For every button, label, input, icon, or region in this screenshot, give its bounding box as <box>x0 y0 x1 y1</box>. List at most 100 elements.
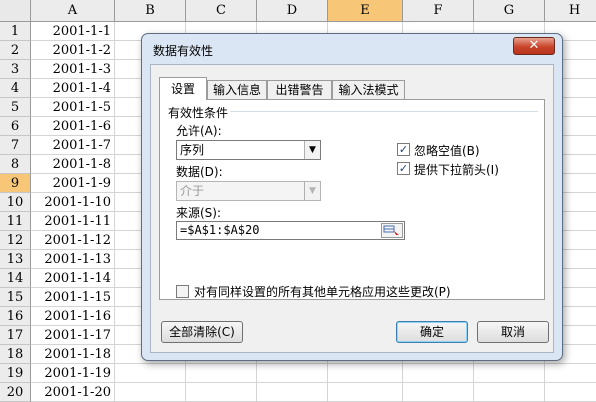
row-header[interactable]: 4 <box>0 79 31 98</box>
column-header[interactable]: H <box>545 0 596 22</box>
cell[interactable] <box>257 364 328 383</box>
allow-label: 允许(A): <box>176 124 222 138</box>
cell[interactable]: 2001-1-13 <box>31 250 115 269</box>
cell[interactable] <box>474 364 545 383</box>
row-header[interactable]: 16 <box>0 307 31 326</box>
cell[interactable] <box>328 364 403 383</box>
source-label: 来源(S): <box>176 206 222 220</box>
row-header[interactable]: 5 <box>0 98 31 117</box>
column-header[interactable]: G <box>474 0 545 22</box>
column-header[interactable]: B <box>115 0 186 22</box>
cell[interactable]: 2001-1-20 <box>31 383 115 402</box>
sheet-row: 20 2001-1-20 <box>0 383 596 402</box>
cell[interactable]: 2001-1-18 <box>31 345 115 364</box>
dropdown-arrow-checkbox[interactable]: ✓ <box>397 162 410 175</box>
tab-settings[interactable]: 设置 <box>159 77 207 100</box>
column-header[interactable]: E <box>328 0 403 22</box>
column-header[interactable]: A <box>31 0 115 22</box>
ignore-blank-label: 忽略空值(B) <box>414 144 480 158</box>
cancel-button[interactable]: 取消 <box>477 321 549 343</box>
cell[interactable]: 2001-1-6 <box>31 117 115 136</box>
source-value: =$A$1:$A$20 <box>180 223 260 237</box>
column-header[interactable]: D <box>257 0 328 22</box>
cell[interactable] <box>257 383 328 402</box>
clear-all-button[interactable]: 全部清除(C) <box>161 321 243 343</box>
column-header[interactable]: F <box>403 0 474 22</box>
column-header-row: ABCDEFGH <box>0 0 596 22</box>
range-select-icon[interactable] <box>381 223 403 238</box>
row-header[interactable]: 15 <box>0 288 31 307</box>
close-button[interactable]: ✕ <box>513 37 555 55</box>
row-header[interactable]: 11 <box>0 212 31 231</box>
cell[interactable]: 2001-1-4 <box>31 79 115 98</box>
cell[interactable]: 2001-1-12 <box>31 231 115 250</box>
cell[interactable]: 2001-1-9 <box>31 174 115 193</box>
data-value: 介于 <box>180 184 205 198</box>
row-header[interactable]: 14 <box>0 269 31 288</box>
data-select: 介于 ▼ <box>176 181 321 201</box>
row-header[interactable]: 10 <box>0 193 31 212</box>
cell[interactable] <box>115 383 186 402</box>
cell[interactable]: 2001-1-7 <box>31 136 115 155</box>
cell[interactable] <box>545 364 596 383</box>
dialog-title: 数据有效性 <box>153 44 214 58</box>
dialog-client-area: 设置 输入信息 出错警告 输入法模式 有效性条件 允许(A): 序列 ▼ 数据(… <box>150 64 554 353</box>
validation-criteria-heading: 有效性条件 <box>168 106 229 120</box>
close-icon: ✕ <box>528 38 540 53</box>
row-header[interactable]: 18 <box>0 345 31 364</box>
allow-select[interactable]: 序列 ▼ <box>176 140 321 160</box>
row-header[interactable]: 20 <box>0 383 31 402</box>
cell[interactable]: 2001-1-1 <box>31 22 115 41</box>
data-label: 数据(D): <box>176 165 223 179</box>
row-header[interactable]: 13 <box>0 250 31 269</box>
cell[interactable]: 2001-1-3 <box>31 60 115 79</box>
cell[interactable]: 2001-1-17 <box>31 326 115 345</box>
apply-all-label: 对有同样设置的所有其他单元格应用这些更改(P) <box>194 285 451 299</box>
cell[interactable]: 2001-1-10 <box>31 193 115 212</box>
dropdown-arrow-label: 提供下拉箭头(I) <box>414 163 499 177</box>
sheet-row: 19 2001-1-19 <box>0 364 596 383</box>
row-header[interactable]: 19 <box>0 364 31 383</box>
row-header[interactable]: 1 <box>0 22 31 41</box>
chevron-down-icon[interactable]: ▼ <box>304 141 320 159</box>
dialog-titlebar[interactable]: 数据有效性 ✕ <box>142 34 562 64</box>
ignore-blank-checkbox[interactable]: ✓ <box>397 143 410 156</box>
cell[interactable] <box>403 364 474 383</box>
row-header[interactable]: 2 <box>0 41 31 60</box>
cell[interactable] <box>186 383 257 402</box>
select-all-corner[interactable] <box>0 0 31 22</box>
cell[interactable]: 2001-1-5 <box>31 98 115 117</box>
cell[interactable]: 2001-1-15 <box>31 288 115 307</box>
source-input[interactable]: =$A$1:$A$20 <box>176 221 405 240</box>
row-header[interactable]: 6 <box>0 117 31 136</box>
cell[interactable] <box>115 364 186 383</box>
row-header[interactable]: 12 <box>0 231 31 250</box>
tab-ime-mode[interactable]: 输入法模式 <box>332 80 405 99</box>
settings-panel: 有效性条件 允许(A): 序列 ▼ 数据(D): 介于 ▼ 来源(S): =$A… <box>159 99 545 300</box>
cell[interactable] <box>186 364 257 383</box>
allow-value: 序列 <box>180 143 205 157</box>
data-validation-dialog: 数据有效性 ✕ 设置 输入信息 出错警告 输入法模式 有效性条件 允许(A): … <box>141 33 563 361</box>
apply-all-checkbox[interactable] <box>176 285 189 298</box>
chevron-down-icon: ▼ <box>304 182 320 200</box>
cell[interactable] <box>545 383 596 402</box>
cell[interactable]: 2001-1-11 <box>31 212 115 231</box>
cell[interactable]: 2001-1-19 <box>31 364 115 383</box>
tab-error-alert[interactable]: 出错警告 <box>267 80 332 99</box>
group-divider <box>230 111 538 112</box>
cell[interactable] <box>328 383 403 402</box>
cell[interactable]: 2001-1-8 <box>31 155 115 174</box>
tab-input-message[interactable]: 输入信息 <box>207 80 267 99</box>
cell[interactable] <box>403 383 474 402</box>
cell[interactable]: 2001-1-14 <box>31 269 115 288</box>
cell[interactable]: 2001-1-16 <box>31 307 115 326</box>
ok-button[interactable]: 确定 <box>396 321 468 343</box>
row-header[interactable]: 9 <box>0 174 31 193</box>
column-header[interactable]: C <box>186 0 257 22</box>
row-header[interactable]: 8 <box>0 155 31 174</box>
row-header[interactable]: 7 <box>0 136 31 155</box>
cell[interactable]: 2001-1-2 <box>31 41 115 60</box>
cell[interactable] <box>474 383 545 402</box>
row-header[interactable]: 17 <box>0 326 31 345</box>
row-header[interactable]: 3 <box>0 60 31 79</box>
